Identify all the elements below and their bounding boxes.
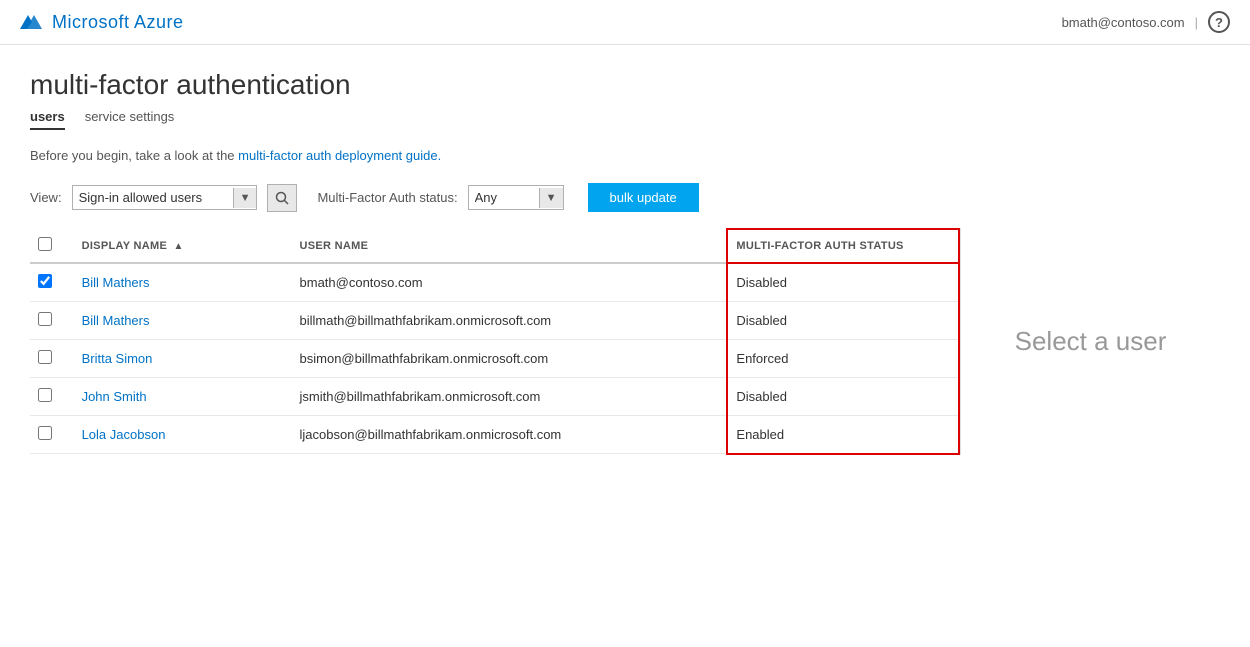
bulk-update-button[interactable]: bulk update — [588, 183, 699, 212]
user-table: DISPLAY NAME ▲ USER NAME MULTI-FACTOR AU… — [30, 228, 960, 455]
row-checkbox[interactable] — [38, 388, 52, 402]
user-link[interactable]: Britta Simon — [82, 351, 153, 366]
table-row: Bill Mathers bmath@contoso.com Disabled — [30, 263, 959, 302]
select-user-message: Select a user — [1015, 326, 1167, 357]
mfa-status-cell: Enabled — [727, 416, 959, 454]
table-row: Lola Jacobson ljacobson@billmathfabrikam… — [30, 416, 959, 454]
header: Microsoft Azure bmath@contoso.com | ? — [0, 0, 1250, 45]
filter-bar: View: Sign-in allowed users Sign-in bloc… — [30, 183, 1220, 212]
th-user-name: USER NAME — [292, 229, 728, 263]
display-name-cell: Bill Mathers — [74, 263, 292, 302]
table-section: DISPLAY NAME ▲ USER NAME MULTI-FACTOR AU… — [30, 228, 960, 455]
username-cell: ljacobson@billmathfabrikam.onmicrosoft.c… — [292, 416, 728, 454]
display-name-cell: Bill Mathers — [74, 302, 292, 340]
mfa-status-cell: Disabled — [727, 263, 959, 302]
display-name-cell: Britta Simon — [74, 340, 292, 378]
user-link[interactable]: John Smith — [82, 389, 147, 404]
page-title: multi-factor authentication — [30, 69, 1220, 101]
help-icon[interactable]: ? — [1208, 11, 1230, 33]
user-link[interactable]: Bill Mathers — [82, 275, 150, 290]
view-select-arrow-icon[interactable]: ▼ — [233, 188, 257, 208]
user-link[interactable]: Bill Mathers — [82, 313, 150, 328]
main-content: multi-factor authentication users servic… — [0, 45, 1250, 479]
brand: Microsoft Azure — [20, 11, 184, 33]
sort-asc-icon: ▲ — [173, 241, 183, 252]
mfa-status-cell: Disabled — [727, 378, 959, 416]
mfa-status-select[interactable]: Any Enabled Disabled Enforced — [469, 186, 539, 209]
brand-name: Microsoft Azure — [52, 12, 184, 33]
row-checkbox-cell — [30, 263, 74, 302]
username-cell: bsimon@billmathfabrikam.onmicrosoft.com — [292, 340, 728, 378]
mfa-select-wrap: Any Enabled Disabled Enforced ▼ — [468, 185, 564, 210]
mfa-status-cell: Disabled — [727, 302, 959, 340]
th-display-name: DISPLAY NAME ▲ — [74, 229, 292, 263]
view-label: View: — [30, 190, 62, 205]
intro-text: Before you begin, take a look at the mul… — [30, 148, 1220, 163]
username-cell: bmath@contoso.com — [292, 263, 728, 302]
tab-users[interactable]: users — [30, 109, 65, 130]
mfa-select-arrow-icon[interactable]: ▼ — [539, 188, 563, 208]
username-cell: billmath@billmathfabrikam.onmicrosoft.co… — [292, 302, 728, 340]
right-panel: Select a user — [960, 228, 1220, 455]
search-icon — [275, 191, 289, 205]
user-link[interactable]: Lola Jacobson — [82, 427, 166, 442]
deployment-guide-link[interactable]: multi-factor auth deployment guide. — [238, 148, 441, 163]
view-select-wrap: Sign-in allowed users Sign-in blocked us… — [72, 185, 258, 210]
header-divider: | — [1195, 15, 1198, 30]
tab-bar: users service settings — [30, 109, 1220, 130]
row-checkbox[interactable] — [38, 312, 52, 326]
content-area: DISPLAY NAME ▲ USER NAME MULTI-FACTOR AU… — [30, 228, 1220, 455]
intro-prefix: Before you begin, take a look at the — [30, 148, 238, 163]
display-name-cell: John Smith — [74, 378, 292, 416]
table-row: Britta Simon bsimon@billmathfabrikam.onm… — [30, 340, 959, 378]
mfa-label: Multi-Factor Auth status: — [317, 190, 457, 205]
search-button[interactable] — [267, 184, 297, 212]
azure-logo-icon — [20, 11, 42, 33]
user-email: bmath@contoso.com — [1062, 15, 1185, 30]
view-select[interactable]: Sign-in allowed users Sign-in blocked us… — [73, 186, 233, 209]
row-checkbox-cell — [30, 416, 74, 454]
row-checkbox-cell — [30, 340, 74, 378]
table-row: Bill Mathers billmath@billmathfabrikam.o… — [30, 302, 959, 340]
tab-service-settings[interactable]: service settings — [85, 109, 175, 130]
mfa-status-cell: Enforced — [727, 340, 959, 378]
row-checkbox[interactable] — [38, 350, 52, 364]
username-cell: jsmith@billmathfabrikam.onmicrosoft.com — [292, 378, 728, 416]
row-checkbox[interactable] — [38, 274, 52, 288]
row-checkbox-cell — [30, 378, 74, 416]
display-name-cell: Lola Jacobson — [74, 416, 292, 454]
row-checkbox-cell — [30, 302, 74, 340]
header-right: bmath@contoso.com | ? — [1062, 11, 1230, 33]
table-row: John Smith jsmith@billmathfabrikam.onmic… — [30, 378, 959, 416]
th-mfa-status: MULTI-FACTOR AUTH STATUS — [727, 229, 959, 263]
row-checkbox[interactable] — [38, 426, 52, 440]
th-checkbox — [30, 229, 74, 263]
select-all-checkbox[interactable] — [38, 237, 52, 251]
